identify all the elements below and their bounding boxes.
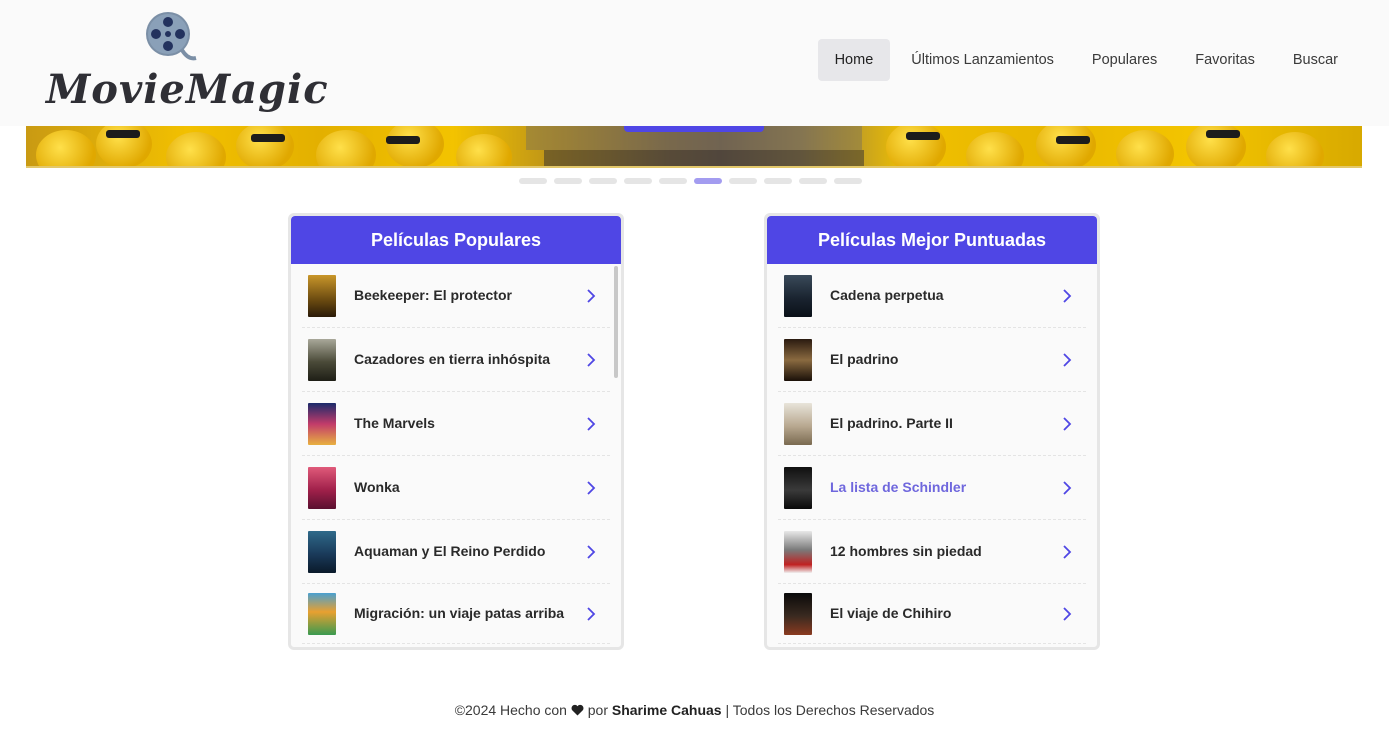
movie-poster: [308, 466, 336, 509]
popular-movies-title: Películas Populares: [291, 216, 621, 264]
hero-cta-button[interactable]: [624, 126, 764, 132]
list-item[interactable]: Cazadores en tierra inhóspita: [302, 328, 610, 392]
list-item[interactable]: 12 hombres sin piedad: [778, 520, 1086, 584]
film-reel-icon: [146, 12, 197, 61]
movie-poster: [784, 466, 812, 509]
list-item[interactable]: Aquaman y El Reino Perdido: [302, 520, 610, 584]
chevron-right-icon: [1063, 606, 1072, 621]
carousel-dot[interactable]: [519, 178, 547, 184]
hero-carousel[interactable]: [26, 126, 1362, 168]
chevron-right-icon: [587, 544, 596, 559]
top-rated-movies-list[interactable]: Cadena perpetua El padrino El padrino. P…: [767, 264, 1097, 647]
site-header: MovieMagic Home Últimos Lanzamientos Pop…: [0, 0, 1389, 126]
footer-by: por: [587, 702, 608, 718]
heart-icon: [571, 704, 584, 716]
movie-poster: [784, 402, 812, 445]
movie-poster: [308, 338, 336, 381]
list-item[interactable]: La lista de Schindler: [778, 456, 1086, 520]
carousel-dot[interactable]: [764, 178, 792, 184]
movie-poster: [308, 274, 336, 317]
popular-movies-list[interactable]: Beekeeper: El protector Cazadores en tie…: [291, 264, 621, 647]
movie-poster: [784, 530, 812, 573]
carousel-dot[interactable]: [589, 178, 617, 184]
carousel-indicators: [519, 178, 862, 184]
chevron-right-icon: [587, 480, 596, 495]
brand-name: MovieMagic: [46, 66, 329, 113]
carousel-dot[interactable]: [624, 178, 652, 184]
list-item[interactable]: Cadena perpetua: [778, 264, 1086, 328]
main-nav: Home Últimos Lanzamientos Populares Favo…: [817, 39, 1355, 81]
list-item[interactable]: El padrino: [778, 328, 1086, 392]
nav-home[interactable]: Home: [817, 39, 891, 81]
list-item[interactable]: El viaje de Chihiro: [778, 584, 1086, 644]
footer-prefix: ©2024 Hecho con: [454, 702, 567, 718]
movie-poster: [784, 592, 812, 635]
carousel-dot-active[interactable]: [694, 178, 722, 184]
site-footer: ©2024 Hecho con por Sharime Cahuas | Tod…: [0, 702, 1389, 718]
popular-movies-card: Películas Populares Beekeeper: El protec…: [288, 213, 624, 650]
list-scrollbar[interactable]: [614, 266, 618, 378]
list-item[interactable]: The Marvels: [302, 392, 610, 456]
nav-favorites[interactable]: Favoritas: [1178, 39, 1272, 81]
list-item[interactable]: Wonka: [302, 456, 610, 520]
movie-poster: [308, 530, 336, 573]
list-item[interactable]: Migración: un viaje patas arriba: [302, 584, 610, 644]
brand-logo[interactable]: MovieMagic: [46, 8, 328, 118]
nav-latest-releases[interactable]: Últimos Lanzamientos: [894, 39, 1071, 81]
footer-author: Sharime Cahuas: [611, 702, 722, 718]
movie-poster: [308, 592, 336, 635]
chevron-right-icon: [587, 606, 596, 621]
carousel-dot[interactable]: [554, 178, 582, 184]
top-rated-movies-title: Películas Mejor Puntuadas: [767, 216, 1097, 264]
movie-poster: [784, 338, 812, 381]
footer-suffix: | Todos los Derechos Reservados: [725, 702, 935, 718]
chevron-right-icon: [1063, 416, 1072, 431]
nav-popular[interactable]: Populares: [1075, 39, 1174, 81]
chevron-right-icon: [587, 416, 596, 431]
movie-poster: [784, 274, 812, 317]
list-item[interactable]: Beekeeper: El protector: [302, 264, 610, 328]
chevron-right-icon: [1063, 480, 1072, 495]
carousel-dot[interactable]: [834, 178, 862, 184]
chevron-right-icon: [1063, 288, 1072, 303]
top-rated-movies-card: Películas Mejor Puntuadas Cadena perpetu…: [764, 213, 1100, 650]
nav-search[interactable]: Buscar: [1276, 39, 1355, 81]
chevron-right-icon: [1063, 352, 1072, 367]
carousel-dot[interactable]: [799, 178, 827, 184]
movie-poster: [308, 402, 336, 445]
chevron-right-icon: [1063, 544, 1072, 559]
carousel-dot[interactable]: [729, 178, 757, 184]
carousel-dot[interactable]: [659, 178, 687, 184]
list-item[interactable]: El padrino. Parte II: [778, 392, 1086, 456]
chevron-right-icon: [587, 352, 596, 367]
chevron-right-icon: [587, 288, 596, 303]
